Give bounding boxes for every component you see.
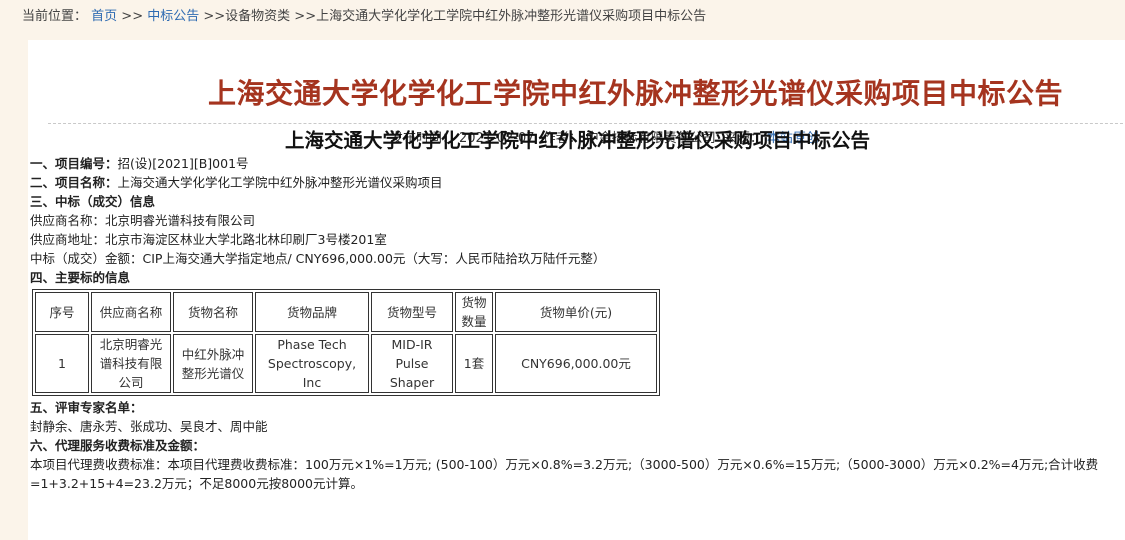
supplier-address: 供应商地址：北京市海淀区林业大学北路北林印刷厂3号楼201室 xyxy=(30,232,387,247)
header-model: 货物型号 xyxy=(371,292,453,332)
supplier-name: 供应商名称：北京明睿光谱科技有限公司 xyxy=(30,213,256,228)
breadcrumb-home-link[interactable]: 首页 xyxy=(91,9,117,24)
cell-supplier: 北京明睿光谱科技有限公司 xyxy=(91,334,171,393)
cell-goods-name: 中红外脉冲整形光谱仪 xyxy=(173,334,253,393)
table-row: 1 北京明睿光谱科技有限公司 中红外脉冲整形光谱仪 Phase Tech Spe… xyxy=(35,334,657,393)
breadcrumb-rest: >>设备物资类 >>上海交通大学化学化工学院中红外脉冲整形光谱仪采购项目中标公告 xyxy=(199,9,707,24)
header-brand: 货物品牌 xyxy=(255,292,369,332)
project-name-value: 上海交通大学化学化工学院中红外脉冲整形光谱仪采购项目 xyxy=(117,175,443,190)
cell-brand: Phase Tech Spectroscopy, Inc xyxy=(255,334,369,393)
project-number: 一、项目编号：招(设)[2021][B]001号 xyxy=(30,154,1120,173)
breadcrumb-label: 当前位置： xyxy=(22,9,88,24)
title-divider xyxy=(48,123,1125,124)
cell-model: MID-IR Pulse Shaper xyxy=(371,334,453,393)
project-number-value: 招(设)[2021][B]001号 xyxy=(117,156,249,171)
section-3-heading: 三、中标（成交）信息 xyxy=(30,194,156,209)
page-title: 上海交通大学化学化工学院中红外脉冲整形光谱仪采购项目中标公告 xyxy=(208,77,1064,110)
items-table: 序号 供应商名称 货物名称 货物品牌 货物型号 货物数量 货物单价(元) 1 北… xyxy=(32,289,660,396)
header-qty: 货物数量 xyxy=(455,292,493,332)
section-6-heading: 六、代理服务收费标准及金额： xyxy=(30,438,206,453)
article-body: 一、项目编号：招(设)[2021][B]001号 二、项目名称：上海交通大学化学… xyxy=(30,154,1120,493)
section-2-label: 二、项目名称： xyxy=(30,175,118,190)
breadcrumb: 当前位置： 首页 >> 中标公告 >>设备物资类 >>上海交通大学化学化工学院中… xyxy=(22,7,706,27)
section-4-heading: 四、主要标的信息 xyxy=(30,270,131,285)
cell-seq: 1 xyxy=(35,334,89,393)
header-price: 货物单价(元) xyxy=(495,292,657,332)
header-seq: 序号 xyxy=(35,292,89,332)
article-subtitle: 上海交通大学化学化工学院中红外脉冲整形光谱仪采购项目中标公告 xyxy=(285,129,871,152)
cell-qty: 1套 xyxy=(455,334,493,393)
header-supplier: 供应商名称 xyxy=(91,292,171,332)
breadcrumb-notice-link[interactable]: 中标公告 xyxy=(147,9,199,24)
fee-description: 本项目代理费收费标准：本项目代理费收费标准：100万元×1%=1万元; (500… xyxy=(30,457,1099,491)
breadcrumb-separator: >> xyxy=(117,9,148,24)
expert-list: 封静余、唐永芳、张成功、吴良才、周中能 xyxy=(30,419,268,434)
header-goods-name: 货物名称 xyxy=(173,292,253,332)
section-5-heading: 五、评审专家名单： xyxy=(30,400,143,415)
project-name: 二、项目名称：上海交通大学化学化工学院中红外脉冲整形光谱仪采购项目 xyxy=(30,173,1120,192)
award-amount: 中标（成交）金额：CIP上海交通大学指定地点/ CNY696,000.00元（大… xyxy=(30,251,606,266)
table-header-row: 序号 供应商名称 货物名称 货物品牌 货物型号 货物数量 货物单价(元) xyxy=(35,292,657,332)
section-1-label: 一、项目编号： xyxy=(30,156,118,171)
cell-price: CNY696,000.00元 xyxy=(495,334,657,393)
